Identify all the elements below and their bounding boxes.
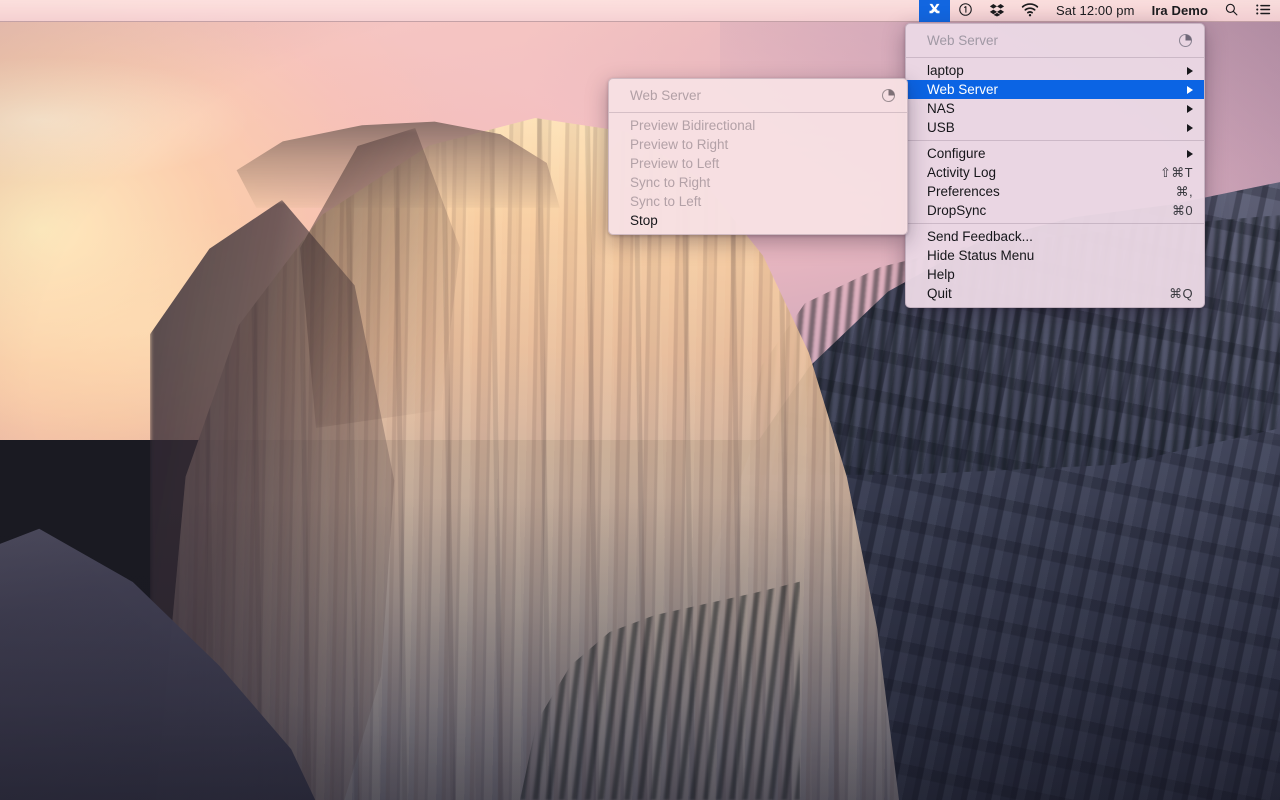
submenu-item-label: Sync to Right [630, 175, 710, 190]
chevron-right-icon [1187, 105, 1193, 113]
submenu-header: Web Server [609, 82, 907, 109]
status-menu-item-label: Hide Status Menu [927, 248, 1034, 263]
status-menu-item-shortcut: ⌘0 [1146, 203, 1193, 219]
submenu-item-preview-to-right: Preview to Right [609, 135, 907, 154]
submenu-item-label: Preview to Right [630, 137, 728, 152]
status-menu-item-web-server[interactable]: Web Server [906, 80, 1204, 99]
submenu-item-sync-to-left: Sync to Left [609, 192, 907, 211]
status-menu-item-help[interactable]: Help [906, 265, 1204, 284]
status-menu-item-label: Send Feedback... [927, 229, 1033, 244]
status-menu-item-hide-status-menu[interactable]: Hide Status Menu [906, 246, 1204, 265]
dropbox-icon [989, 2, 1005, 20]
menu-bar-onepassword-item[interactable] [950, 0, 981, 22]
circle-one-icon [958, 2, 973, 20]
submenu-item-label: Sync to Left [630, 194, 701, 209]
status-menu-documents-group: laptop Web Server NAS USB [906, 61, 1204, 137]
status-menu-actions-group: Configure Activity Log ⇧⌘T Preferences ⌘… [906, 144, 1204, 220]
chevron-right-icon [1187, 67, 1193, 75]
submenu-item-stop[interactable]: Stop [609, 211, 907, 230]
status-menu-item-label: Quit [927, 286, 952, 301]
status-menu-divider-1 [906, 57, 1204, 58]
status-menu-item-label: NAS [927, 101, 955, 116]
menu-bar-status-items: Sat 12:00 pm Ira Demo [919, 0, 1280, 22]
web-server-submenu[interactable]: Web Server Preview Bidirectional Preview… [608, 78, 908, 235]
status-menu-item-laptop[interactable]: laptop [906, 61, 1204, 80]
chevron-right-icon [1187, 150, 1193, 158]
status-menu-item-activity-log[interactable]: Activity Log ⇧⌘T [906, 163, 1204, 182]
status-menu-divider-3 [906, 223, 1204, 224]
menu-bar-spotlight-item[interactable] [1216, 0, 1247, 22]
status-menu-footer-group: Send Feedback... Hide Status Menu Help Q… [906, 227, 1204, 303]
notification-center-icon [1255, 2, 1272, 20]
submenu-item-label: Preview to Left [630, 156, 719, 171]
status-menu-item-dropsync[interactable]: DropSync ⌘0 [906, 201, 1204, 220]
pie-progress-icon [881, 88, 896, 103]
submenu-item-preview-to-left: Preview to Left [609, 154, 907, 173]
status-menu-item-send-feedback[interactable]: Send Feedback... [906, 227, 1204, 246]
submenu-item-preview-bidirectional: Preview Bidirectional [609, 116, 907, 135]
search-icon [1224, 2, 1239, 20]
submenu-header-title: Web Server [630, 88, 701, 103]
status-menu-item-shortcut: ⌘Q [1143, 286, 1193, 302]
status-menu-item-preferences[interactable]: Preferences ⌘, [906, 182, 1204, 201]
status-menu-item-configure[interactable]: Configure [906, 144, 1204, 163]
status-menu-item-usb[interactable]: USB [906, 118, 1204, 137]
status-menu-item-quit[interactable]: Quit ⌘Q [906, 284, 1204, 303]
submenu-item-sync-to-right: Sync to Right [609, 173, 907, 192]
status-menu-item-shortcut: ⇧⌘T [1134, 165, 1193, 181]
status-menu-item-shortcut: ⌘, [1150, 184, 1193, 200]
chevron-right-icon [1187, 86, 1193, 94]
submenu-item-label: Stop [630, 213, 658, 228]
chronosync-icon [927, 2, 942, 20]
status-menu-item-label: Web Server [927, 82, 998, 97]
status-menu-header-title: Web Server [927, 33, 998, 48]
menu-bar-clock[interactable]: Sat 12:00 pm [1047, 0, 1144, 22]
status-menu-divider-2 [906, 140, 1204, 141]
menu-bar-wifi-item[interactable] [1013, 0, 1047, 22]
submenu-divider-1 [609, 112, 907, 113]
status-menu-header: Web Server [906, 27, 1204, 54]
status-menu-item-nas[interactable]: NAS [906, 99, 1204, 118]
menu-bar: Sat 12:00 pm Ira Demo [0, 0, 1280, 22]
status-menu-item-label: laptop [927, 63, 964, 78]
menu-bar-user-name[interactable]: Ira Demo [1144, 0, 1216, 22]
status-menu-item-label: Preferences [927, 184, 1000, 199]
chronosync-status-menu[interactable]: Web Server laptop Web Server NAS USB [905, 23, 1205, 308]
status-menu-item-label: Help [927, 267, 955, 282]
menu-bar-dropbox-item[interactable] [981, 0, 1013, 22]
menu-bar-chronosync-item[interactable] [919, 0, 950, 22]
submenu-items-group: Preview Bidirectional Preview to Right P… [609, 116, 907, 230]
wifi-icon [1021, 2, 1039, 20]
menu-bar-notification-center-item[interactable] [1247, 0, 1280, 22]
pie-progress-icon [1178, 33, 1193, 48]
chevron-right-icon [1187, 124, 1193, 132]
status-menu-item-label: Activity Log [927, 165, 996, 180]
submenu-item-label: Preview Bidirectional [630, 118, 755, 133]
status-menu-item-label: DropSync [927, 203, 986, 218]
status-menu-item-label: USB [927, 120, 955, 135]
status-menu-item-label: Configure [927, 146, 986, 161]
